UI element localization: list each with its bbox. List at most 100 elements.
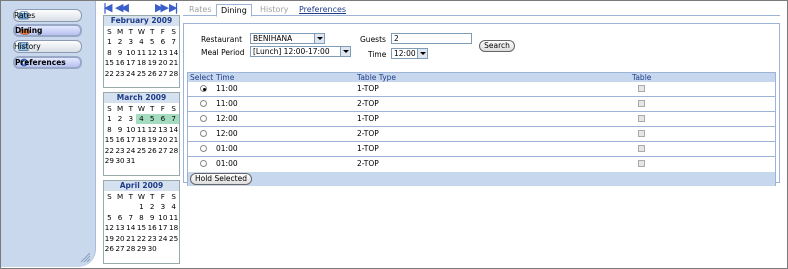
calendar-day[interactable]: 24	[158, 233, 169, 244]
meal-period-select[interactable]: [Lunch] 12:00-17:00	[250, 46, 351, 57]
calendar-day[interactable]: 10	[125, 47, 136, 58]
calendar-day[interactable]: 28	[168, 68, 179, 79]
sidebar-item-rates[interactable]: Rates	[13, 9, 82, 22]
calendar-day[interactable]: 9	[147, 212, 158, 223]
calendar-day[interactable]: 21	[125, 233, 136, 244]
calendar-day[interactable]: 14	[168, 124, 179, 135]
calendar-day[interactable]: 2	[147, 202, 158, 213]
calendar-day[interactable]: 16	[115, 135, 126, 146]
calendar-day[interactable]: 17	[125, 135, 136, 146]
table-row[interactable]: 01:00 2-TOP	[188, 157, 775, 172]
row-table-checkbox[interactable]	[638, 145, 645, 152]
time-select[interactable]: 12:00	[391, 48, 428, 59]
calendar-day[interactable]: 30	[147, 244, 158, 255]
calendar-day[interactable]: 8	[104, 124, 115, 135]
row-table-checkbox[interactable]	[638, 115, 645, 122]
row-table-checkbox[interactable]	[638, 85, 645, 92]
sidebar-item-preferences[interactable]: Preferences	[13, 56, 82, 69]
next-month-icon[interactable]: ▶▶	[155, 2, 169, 13]
calendar-day[interactable]: 16	[147, 223, 158, 234]
restaurant-select[interactable]: BENIHANA	[250, 33, 325, 44]
calendar-day[interactable]: 26	[147, 145, 158, 156]
last-month-icon[interactable]: ▶|	[169, 2, 179, 13]
calendar-day[interactable]: 10	[125, 124, 136, 135]
calendar-day[interactable]: 31	[125, 156, 136, 167]
sidebar-item-dining[interactable]: Dining	[13, 24, 82, 37]
row-table-checkbox[interactable]	[638, 130, 645, 137]
calendar-day[interactable]: 20	[158, 135, 169, 146]
table-row[interactable]: 11:00 2-TOP	[188, 97, 775, 112]
calendar-day[interactable]: 19	[147, 135, 158, 146]
calendar-day-highlighted[interactable]: 5	[146, 113, 158, 124]
calendar-day[interactable]: 19	[104, 233, 115, 244]
calendar-day[interactable]: 1	[104, 114, 115, 125]
calendar-day[interactable]: 8	[136, 212, 147, 223]
prev-month-icon[interactable]: ◀◀	[115, 2, 129, 13]
calendar-day[interactable]: 8	[104, 47, 115, 58]
calendar-day-highlighted[interactable]: 4	[136, 113, 147, 124]
calendar-day[interactable]: 7	[125, 212, 136, 223]
calendar-day[interactable]: 3	[158, 202, 169, 213]
calendar-day[interactable]: 9	[115, 47, 126, 58]
sidebar-item-history[interactable]: History	[13, 40, 82, 53]
row-select-radio[interactable]	[200, 145, 207, 152]
calendar-day[interactable]: 18	[168, 223, 179, 234]
tab-rates[interactable]: Rates	[185, 4, 216, 16]
calendar-day[interactable]: 1	[136, 202, 147, 213]
table-row[interactable]: 12:00 2-TOP	[188, 127, 775, 142]
calendar-day[interactable]: 23	[115, 68, 126, 79]
calendar-day[interactable]: 26	[104, 244, 115, 255]
first-month-icon[interactable]: |◀	[103, 2, 113, 13]
calendar-day[interactable]: 14	[125, 223, 136, 234]
calendar-day[interactable]: 19	[147, 58, 158, 69]
calendar-day[interactable]: 11	[168, 212, 179, 223]
calendar-day[interactable]: 1	[104, 37, 115, 48]
row-select-radio[interactable]	[200, 160, 207, 167]
calendar-day[interactable]: 5	[104, 212, 115, 223]
table-row[interactable]: 12:00 1-TOP	[188, 112, 775, 127]
table-row[interactable]: 11:00 1-TOP	[188, 82, 775, 97]
calendar-day[interactable]: 4	[136, 37, 147, 48]
calendar-day[interactable]: 6	[115, 212, 126, 223]
calendar-day[interactable]: 11	[136, 47, 147, 58]
calendar-day[interactable]: 13	[158, 124, 169, 135]
calendar-day[interactable]: 12	[147, 124, 158, 135]
calendar-day[interactable]: 30	[115, 156, 126, 167]
calendar-day[interactable]: 22	[136, 233, 147, 244]
calendar-day[interactable]: 5	[147, 37, 158, 48]
calendar-day[interactable]: 14	[168, 47, 179, 58]
calendar-day[interactable]: 6	[158, 37, 169, 48]
calendar-day[interactable]: 29	[136, 244, 147, 255]
calendar-day[interactable]: 7	[168, 37, 179, 48]
calendar-day[interactable]: 12	[147, 47, 158, 58]
calendar-day[interactable]: 22	[104, 68, 115, 79]
tab-dining[interactable]: Dining	[216, 4, 252, 17]
row-select-radio[interactable]	[200, 115, 207, 122]
calendar-day[interactable]: 10	[158, 212, 169, 223]
calendar-day[interactable]: 18	[136, 135, 147, 146]
tab-preferences[interactable]: Preferences	[295, 4, 350, 16]
calendar-day[interactable]: 25	[136, 68, 147, 79]
calendar-day-highlighted[interactable]: 6	[157, 113, 169, 124]
calendar-day[interactable]: 3	[125, 37, 136, 48]
tab-history[interactable]: History	[256, 4, 292, 16]
row-select-radio[interactable]	[200, 130, 207, 137]
calendar-day[interactable]: 11	[136, 124, 147, 135]
calendar-day[interactable]: 25	[168, 233, 179, 244]
calendar-day[interactable]: 15	[104, 135, 115, 146]
calendar-day-highlighted[interactable]: 7	[168, 113, 179, 124]
table-row[interactable]: 01:00 1-TOP	[188, 142, 775, 157]
calendar-day[interactable]: 24	[125, 68, 136, 79]
calendar-day[interactable]: 28	[125, 244, 136, 255]
row-table-checkbox[interactable]	[638, 160, 645, 167]
calendar-day[interactable]: 29	[104, 156, 115, 167]
row-table-checkbox[interactable]	[638, 100, 645, 107]
calendar-day[interactable]: 2	[115, 37, 126, 48]
calendar-day[interactable]: 21	[168, 58, 179, 69]
guests-input[interactable]: 2	[391, 33, 472, 44]
hold-selected-button[interactable]: Hold Selected	[190, 173, 252, 185]
calendar-day[interactable]: 21	[168, 135, 179, 146]
calendar-day[interactable]: 27	[158, 68, 169, 79]
calendar-day[interactable]: 2	[115, 114, 126, 125]
row-select-radio[interactable]	[200, 100, 207, 107]
